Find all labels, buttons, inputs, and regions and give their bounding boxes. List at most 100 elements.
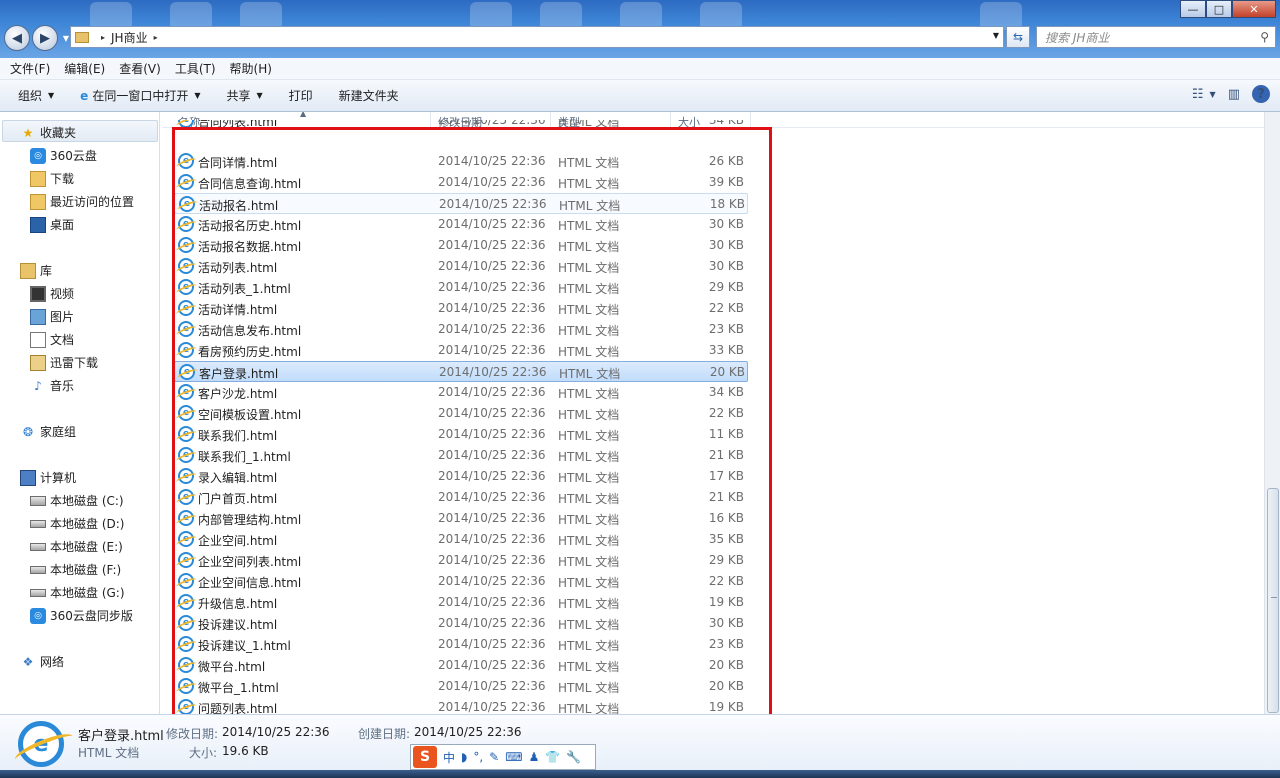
nav-item-drive-c[interactable]: 本地磁盘 (C:) (30, 492, 124, 509)
menu-tools[interactable]: 工具(T) (175, 60, 216, 77)
menu-help[interactable]: 帮助(H) (230, 60, 272, 77)
ime-tools-icon[interactable]: 🔧 (566, 750, 581, 764)
file-row[interactable]: e 合同信息查询.html 2014/10/25 22:36 HTML 文档 39 KB (174, 172, 748, 193)
breadcrumb-arrow-icon[interactable]: ▸ (101, 33, 105, 42)
print-button[interactable]: 打印 (289, 87, 313, 104)
nav-item-favorites[interactable]: ★ 收藏夹 (20, 124, 76, 141)
minimize-button[interactable]: — (1180, 0, 1206, 18)
ime-user-icon[interactable]: ♟ (529, 750, 540, 764)
nav-item-computer[interactable]: 计算机 (20, 469, 76, 486)
change-view-icon[interactable]: ☷ (1192, 87, 1204, 102)
file-row[interactable]: e 投诉建议.html 2014/10/25 22:36 HTML 文档 30 KB (174, 613, 748, 634)
file-row[interactable]: e 合同列表.html 2014/10/25 22:36 HTML 文档 34 KB (174, 120, 748, 132)
file-size: 30 KB (708, 238, 744, 252)
file-row[interactable]: e 问题列表.html 2014/10/25 22:36 HTML 文档 19 KB (174, 697, 748, 714)
help-icon[interactable]: ? (1252, 85, 1270, 103)
ime-punctuation-icon[interactable]: °, (473, 750, 483, 764)
file-row[interactable]: e 活动列表.html 2014/10/25 22:36 HTML 文档 30 KB (174, 256, 748, 277)
file-size: 22 KB (708, 301, 744, 315)
file-row[interactable]: e 录入编辑.html 2014/10/25 22:36 HTML 文档 17 KB (174, 466, 748, 487)
search-icon[interactable]: ⚲ (1260, 30, 1269, 44)
nav-item-downloads[interactable]: 下载 (30, 170, 74, 187)
nav-label: 图片 (50, 310, 75, 324)
ime-keyboard-icon[interactable]: ⌨ (505, 750, 522, 764)
organize-button[interactable]: 组织 ▼ (18, 87, 54, 104)
file-row[interactable]: e 升级信息.html 2014/10/25 22:36 HTML 文档 19 KB (174, 592, 748, 613)
nav-item-xunlei[interactable]: 迅雷下载 (30, 354, 98, 371)
html-file-icon: e (178, 120, 194, 128)
file-row[interactable]: e 企业空间列表.html 2014/10/25 22:36 HTML 文档 29 KB (174, 550, 748, 571)
nav-item-music[interactable]: ♪ 音乐 (30, 377, 74, 394)
share-button[interactable]: 共享 ▼ (226, 87, 262, 104)
nav-item-libraries[interactable]: 库 (20, 262, 52, 279)
nav-item-network[interactable]: ❖ 网络 (20, 653, 64, 670)
file-row[interactable]: e 活动详情.html 2014/10/25 22:36 HTML 文档 22 KB (174, 298, 748, 319)
file-row[interactable]: e 微平台.html 2014/10/25 22:36 HTML 文档 20 KB (174, 655, 748, 676)
new-folder-button[interactable]: 新建文件夹 (339, 87, 399, 104)
file-size: 29 KB (708, 553, 744, 567)
nav-item-homegroup[interactable]: ❂ 家庭组 (20, 423, 76, 440)
html-file-icon: e (178, 174, 194, 190)
open-same-window-button[interactable]: e 在同一窗口中打开 ▼ (80, 87, 200, 104)
chevron-down-icon[interactable]: ▼ (1210, 90, 1216, 99)
vertical-scrollbar[interactable] (1264, 112, 1280, 714)
address-history-dropdown-icon[interactable]: ▼ (993, 31, 999, 40)
nav-item-drive-d[interactable]: 本地磁盘 (D:) (30, 515, 124, 532)
nav-item-recent[interactable]: 最近访问的位置 (30, 193, 134, 210)
column-divider[interactable] (750, 112, 751, 128)
menu-edit[interactable]: 编辑(E) (64, 60, 105, 77)
file-row[interactable]: e 门户首页.html 2014/10/25 22:36 HTML 文档 21 KB (174, 487, 748, 508)
file-row[interactable]: e 内部管理结构.html 2014/10/25 22:36 HTML 文档 16 KB (174, 508, 748, 529)
menu-view[interactable]: 查看(V) (119, 60, 161, 77)
breadcrumb-arrow-icon[interactable]: ▸ (154, 33, 158, 42)
nav-item-desktop[interactable]: 桌面 (30, 216, 74, 233)
file-row[interactable]: e 活动报名历史.html 2014/10/25 22:36 HTML 文档 30 KB (174, 214, 748, 235)
ime-skin-icon[interactable]: 👕 (545, 750, 560, 764)
breadcrumb-current-folder[interactable]: JH商业 (111, 29, 148, 46)
scrollbar-thumb[interactable] (1267, 488, 1279, 713)
nav-item-drive-g[interactable]: 本地磁盘 (G:) (30, 584, 125, 601)
file-row[interactable]: e 联系我们.html 2014/10/25 22:36 HTML 文档 11 KB (174, 424, 748, 445)
file-row[interactable]: e 客户沙龙.html 2014/10/25 22:36 HTML 文档 34 KB (174, 382, 748, 403)
file-row[interactable]: e 企业空间信息.html 2014/10/25 22:36 HTML 文档 22 KB (174, 571, 748, 592)
search-input[interactable]: 搜索 JH商业 ⚲ (1036, 26, 1276, 48)
file-row[interactable]: e 空间模板设置.html 2014/10/25 22:36 HTML 文档 22 KB (174, 403, 748, 424)
file-modified-date: 2014/10/25 22:36 (438, 406, 546, 420)
file-row[interactable]: e 投诉建议_1.html 2014/10/25 22:36 HTML 文档 23 KB (174, 634, 748, 655)
nav-item-drive-f[interactable]: 本地磁盘 (F:) (30, 561, 121, 578)
file-row[interactable]: e 联系我们_1.html 2014/10/25 22:36 HTML 文档 21 KB (174, 445, 748, 466)
file-type: HTML 文档 (558, 702, 620, 714)
file-row[interactable]: e 活动信息发布.html 2014/10/25 22:36 HTML 文档 23 KB (174, 319, 748, 340)
file-row[interactable]: e 看房预约历史.html 2014/10/25 22:36 HTML 文档 33 KB (174, 340, 748, 361)
nav-label: 桌面 (50, 218, 75, 232)
menu-file[interactable]: 文件(F) (10, 60, 50, 77)
address-bar[interactable]: ▸ JH商业 ▸ ▼ (70, 26, 1004, 48)
html-file-icon: e (178, 300, 194, 316)
preview-pane-icon[interactable]: ▥ (1228, 87, 1240, 102)
nav-label: 音乐 (50, 379, 75, 393)
file-row[interactable]: e 合同详情.html 2014/10/25 22:36 HTML 文档 26 KB (174, 151, 748, 172)
file-row[interactable]: e 活动报名.html 2014/10/25 22:36 HTML 文档 18 KB (174, 193, 748, 214)
nav-item-360cloud[interactable]: ◎ 360云盘 (30, 147, 97, 164)
ime-language-toggle[interactable]: 中 (443, 749, 455, 766)
refresh-button[interactable]: ⇆ (1006, 26, 1030, 48)
maximize-button[interactable]: □ (1206, 0, 1232, 18)
scrollbar-grip (1271, 597, 1277, 598)
close-button[interactable]: ✕ (1232, 0, 1276, 18)
nav-item-drive-e[interactable]: 本地磁盘 (E:) (30, 538, 123, 555)
nav-item-360cloud-sync[interactable]: ◎ 360云盘同步版 (30, 607, 133, 624)
file-row[interactable]: e 微平台_1.html 2014/10/25 22:36 HTML 文档 20 KB (174, 676, 748, 697)
back-button[interactable]: ◀ (4, 25, 30, 51)
file-row[interactable]: e 企业空间.html 2014/10/25 22:36 HTML 文档 35 KB (174, 529, 748, 550)
file-row[interactable]: e 活动列表_1.html 2014/10/25 22:36 HTML 文档 29 KB (174, 277, 748, 298)
nav-item-documents[interactable]: 文档 (30, 331, 74, 348)
file-row[interactable]: e 活动报名数据.html 2014/10/25 22:36 HTML 文档 30 KB (174, 235, 748, 256)
ime-handwriting-icon[interactable]: ✎ (489, 750, 499, 764)
nav-item-pictures[interactable]: 图片 (30, 308, 74, 325)
nav-item-videos[interactable]: 视频 (30, 285, 74, 302)
file-row[interactable]: e 客户登录.html 2014/10/25 22:36 HTML 文档 20 KB (174, 361, 748, 382)
file-modified-date: 2014/10/25 22:36 (438, 280, 546, 294)
sogou-logo-icon[interactable]: S (413, 746, 437, 768)
forward-button[interactable]: ▶ (32, 25, 58, 51)
ime-halfwidth-icon[interactable]: ◗ (461, 750, 467, 764)
